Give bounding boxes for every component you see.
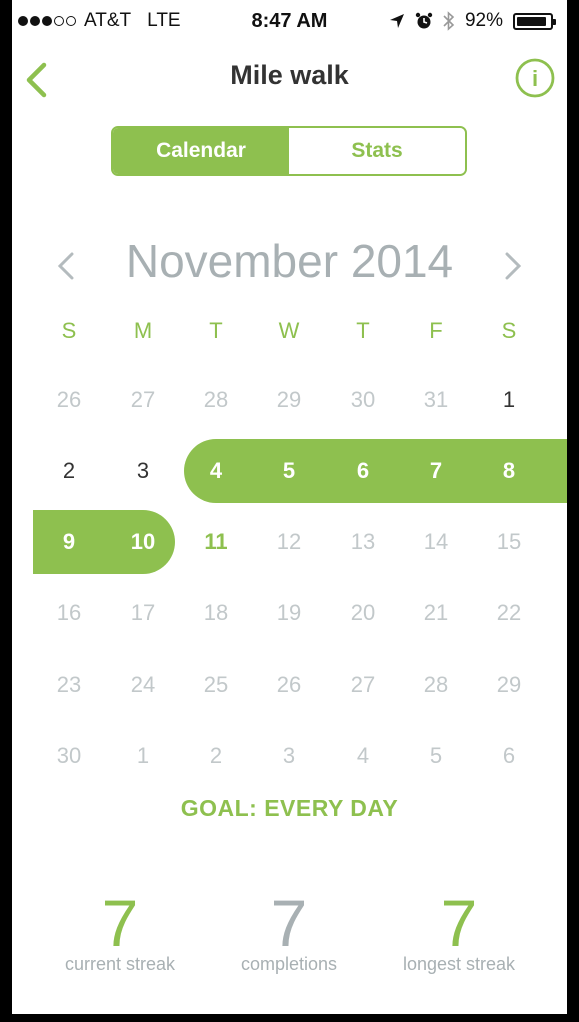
- calendar-day[interactable]: 9: [39, 522, 99, 562]
- weekday-header: S: [61, 318, 77, 343]
- calendar-day[interactable]: 29: [479, 665, 539, 705]
- stat-label: current streak: [64, 954, 176, 974]
- status-bar: AT&T LTE 8:47 AM 92%: [12, 0, 567, 42]
- weekday-header: T: [209, 318, 223, 343]
- weekday-header: W: [278, 318, 300, 343]
- month-label: November 2014: [125, 235, 454, 287]
- calendar-day[interactable]: 11: [186, 522, 246, 562]
- bluetooth-icon: [443, 11, 455, 31]
- calendar-day[interactable]: 27: [113, 380, 173, 420]
- calendar-day[interactable]: 23: [39, 665, 99, 705]
- weekday-header: M: [133, 318, 153, 343]
- stat-current-streak: 7 current streak: [30, 890, 210, 975]
- status-right: 92%: [389, 10, 556, 32]
- stat-value: 7: [101, 886, 139, 960]
- tab-stats[interactable]: Stats: [289, 128, 465, 174]
- calendar-day[interactable]: 20: [333, 593, 393, 633]
- calendar-day[interactable]: 1: [479, 380, 539, 420]
- stat-value: 7: [270, 886, 308, 960]
- calendar-day[interactable]: 26: [259, 665, 319, 705]
- calendar-day[interactable]: 3: [259, 736, 319, 776]
- calendar-day[interactable]: 1: [113, 736, 173, 776]
- calendar-day[interactable]: 7: [406, 451, 466, 491]
- page-title: Mile walk: [230, 60, 349, 90]
- calendar-day[interactable]: 31: [406, 380, 466, 420]
- info-glyph: i: [532, 66, 538, 91]
- calendar-day[interactable]: 28: [186, 380, 246, 420]
- chevron-right-icon: [505, 252, 522, 280]
- calendar-day[interactable]: 2: [186, 736, 246, 776]
- calendar-day[interactable]: 21: [406, 593, 466, 633]
- battery-percent: 92%: [464, 10, 503, 31]
- stat-value: 7: [440, 886, 478, 960]
- calendar-day[interactable]: 5: [406, 736, 466, 776]
- calendar-day[interactable]: 8: [479, 451, 539, 491]
- calendar-day[interactable]: 6: [333, 451, 393, 491]
- calendar-day[interactable]: 22: [479, 593, 539, 633]
- next-month-button[interactable]: [501, 248, 525, 284]
- calendar-day[interactable]: 10: [113, 522, 173, 562]
- calendar-day[interactable]: 4: [333, 736, 393, 776]
- calendar-day[interactable]: 13: [333, 522, 393, 562]
- calendar-day[interactable]: 26: [39, 380, 99, 420]
- calendar-day[interactable]: 28: [406, 665, 466, 705]
- calendar-day[interactable]: 24: [113, 665, 173, 705]
- calendar-day[interactable]: 2: [39, 451, 99, 491]
- location-arrow-icon: [389, 14, 404, 28]
- calendar-day[interactable]: 6: [479, 736, 539, 776]
- calendar-day[interactable]: 3: [113, 451, 173, 491]
- calendar-day[interactable]: 14: [406, 522, 466, 562]
- calendar-day[interactable]: 19: [259, 593, 319, 633]
- tab-calendar[interactable]: Calendar: [113, 128, 289, 174]
- calendar-day[interactable]: 17: [113, 593, 173, 633]
- stat-label: longest streak: [402, 954, 516, 974]
- info-icon: i: [515, 58, 555, 98]
- calendar-day[interactable]: 18: [186, 593, 246, 633]
- view-segmented-control: Calendar Stats: [111, 126, 467, 176]
- calendar-day[interactable]: 15: [479, 522, 539, 562]
- weekday-header: F: [429, 318, 443, 343]
- battery-fill: [517, 16, 547, 26]
- calendar-day[interactable]: 27: [333, 665, 393, 705]
- calendar-day[interactable]: 5: [259, 451, 319, 491]
- stat-longest-streak: 7 longest streak: [369, 890, 549, 975]
- alarm-icon: [415, 12, 433, 29]
- calendar-day[interactable]: 25: [186, 665, 246, 705]
- stat-label: completions: [240, 954, 338, 974]
- calendar-day[interactable]: 30: [333, 380, 393, 420]
- info-button[interactable]: i: [515, 58, 555, 98]
- calendar-day[interactable]: 12: [259, 522, 319, 562]
- calendar-day[interactable]: 16: [39, 593, 99, 633]
- app-screen: AT&T LTE 8:47 AM 92% Mile walk i Calenda…: [12, 0, 567, 1014]
- stat-completions: 7 completions: [199, 890, 379, 975]
- calendar-day[interactable]: 4: [186, 451, 246, 491]
- calendar-day[interactable]: 29: [259, 380, 319, 420]
- calendar-day[interactable]: 30: [39, 736, 99, 776]
- goal-label: GOAL: EVERY DAY: [180, 795, 399, 821]
- weekday-header: T: [356, 318, 370, 343]
- battery-icon: [513, 12, 556, 30]
- weekday-header: S: [501, 318, 517, 343]
